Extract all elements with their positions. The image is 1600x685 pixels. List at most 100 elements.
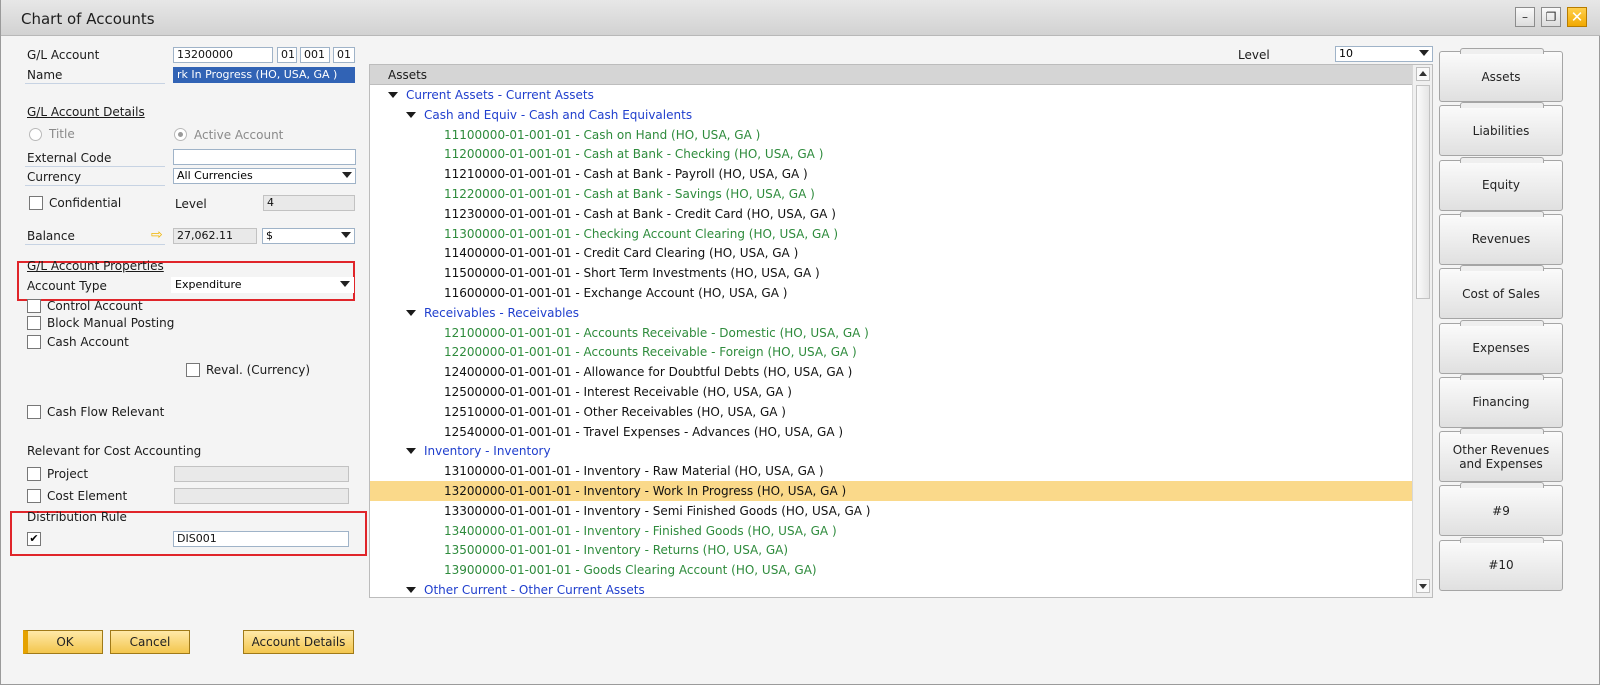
gl-account-segment-3[interactable]: 001 [300,47,330,63]
gl-account-details-header: G/L Account Details [27,105,145,119]
category-tab[interactable]: #9 [1439,482,1563,537]
tree-account-row[interactable]: 11220000-01-001-01 - Cash at Bank - Savi… [370,184,1412,204]
tree-row-label: 11300000-01-001-01 - Checking Account Cl… [444,226,839,241]
tab-notch [1460,265,1544,272]
category-tab[interactable]: Other Revenues and Expenses [1439,428,1563,483]
level-selector-value: 10 [1339,47,1353,60]
gl-account-segment-1[interactable]: 13200000 [173,47,273,63]
expand-triangle-icon[interactable] [406,587,416,593]
tree-row-label: 11220000-01-001-01 - Cash at Bank - Savi… [444,187,815,201]
tree-category-row[interactable]: Receivables - Receivables [370,303,1412,323]
ok-button[interactable]: OK [23,630,103,654]
tree-account-row[interactable]: 13100000-01-001-01 - Inventory - Raw Mat… [370,461,1412,481]
tree-category-row[interactable]: Current Assets - Current Assets [370,85,1412,105]
tree-row-label: Cash and Equiv - Cash and Cash Equivalen… [424,107,693,122]
category-tab[interactable]: Financing [1439,373,1563,428]
tree-account-row[interactable]: 11300000-01-001-01 - Checking Account Cl… [370,224,1412,244]
tree-category-row[interactable]: Other Current - Other Current Assets [370,580,1412,597]
reval-currency-checkbox[interactable] [186,363,200,377]
external-code-input[interactable] [173,149,356,165]
tree-row-label: 11500000-01-001-01 - Short Term Investme… [444,266,820,281]
tree-account-row[interactable]: 11400000-01-001-01 - Credit Card Clearin… [370,243,1412,263]
tree-scrollbar[interactable] [1412,65,1432,597]
currency-dropdown[interactable]: All Currencies [173,168,356,184]
category-tab[interactable]: Liabilities [1439,102,1563,157]
category-tab[interactable]: Assets [1439,48,1563,102]
tree-category-row[interactable]: Inventory - Inventory [370,441,1412,461]
tree-account-row[interactable]: 11210000-01-001-01 - Cash at Bank - Payr… [370,164,1412,184]
minimize-icon[interactable]: – [1515,7,1535,27]
link-arrow-icon[interactable]: ⇨ [151,228,163,242]
tree-row-label: 11210000-01-001-01 - Cash at Bank - Payr… [444,167,808,182]
tree-row-label: 13100000-01-001-01 - Inventory - Raw Mat… [444,464,824,479]
gl-account-segment-4[interactable]: 01 [333,47,355,63]
distribution-rule-label: Distribution Rule [27,510,127,524]
account-type-dropdown[interactable]: Expenditure [171,277,354,293]
level-selector-dropdown[interactable]: 10 [1335,46,1433,62]
name-input[interactable]: rk In Progress (HO, USA, GA ) [173,67,355,83]
control-account-checkbox[interactable] [27,299,41,313]
category-tab[interactable]: Cost of Sales [1439,265,1563,320]
distribution-rule-checkbox[interactable]: ✔ [27,532,41,546]
level-selector-label: Level [1238,48,1270,62]
tree-account-row[interactable]: 11500000-01-001-01 - Short Term Investme… [370,263,1412,283]
tree-account-row[interactable]: 13200000-01-001-01 - Inventory - Work In… [370,481,1412,501]
cancel-button[interactable]: Cancel [110,630,190,654]
tree-account-row[interactable]: 11100000-01-001-01 - Cash on Hand (HO, U… [370,125,1412,145]
tree-account-row[interactable]: 13400000-01-001-01 - Inventory - Finishe… [370,521,1412,541]
gl-account-segment-2[interactable]: 01 [277,47,297,63]
expand-triangle-icon[interactable] [406,111,416,118]
distribution-rule-input[interactable]: DIS001 [173,531,349,547]
tree-account-row[interactable]: 12540000-01-001-01 - Travel Expenses - A… [370,422,1412,442]
cost-element-checkbox[interactable] [27,489,41,503]
tree-account-row[interactable]: 13900000-01-001-01 - Goods Clearing Acco… [370,560,1412,580]
tab-notch [1460,156,1544,163]
account-tree[interactable]: Assets Current Assets - Current Assets Ca… [369,64,1433,598]
tree-account-row[interactable]: 11600000-01-001-01 - Exchange Account (H… [370,283,1412,303]
tree-row-label: 13500000-01-001-01 - Inventory - Returns… [444,543,789,558]
category-tab-label: #10 [1488,558,1514,573]
tab-notch [1460,319,1544,326]
tree-account-row[interactable]: 13500000-01-001-01 - Inventory - Returns… [370,540,1412,560]
scroll-thumb[interactable] [1416,85,1430,299]
tab-notch [1460,428,1544,435]
tree-category-row[interactable]: Cash and Equiv - Cash and Cash Equivalen… [370,105,1412,125]
tree-account-row[interactable]: 12500000-01-001-01 - Interest Receivable… [370,382,1412,402]
expand-triangle-icon[interactable] [388,92,398,98]
scroll-up-icon[interactable] [1416,67,1430,81]
tree-account-row[interactable]: 11200000-01-001-01 - Cash at Bank - Chec… [370,144,1412,164]
tree-account-row[interactable]: 12510000-01-001-01 - Other Receivables (… [370,402,1412,422]
balance-currency-dropdown[interactable]: $ [262,228,355,244]
category-tab[interactable]: #10 [1439,536,1563,591]
tree-account-row[interactable]: 12400000-01-001-01 - Allowance for Doubt… [370,362,1412,382]
expand-triangle-icon[interactable] [406,309,416,316]
tree-row-label: Other Current - Other Current Assets [424,583,645,597]
tab-notch [1460,210,1544,217]
confidential-checkbox[interactable] [29,196,43,210]
category-tab-label: Equity [1482,178,1520,193]
active-account-radio-label: Active Account [194,128,284,142]
tree-account-row[interactable]: 13300000-01-001-01 - Inventory - Semi Fi… [370,501,1412,521]
tree-account-row[interactable]: 11230000-01-001-01 - Cash at Bank - Cred… [370,204,1412,224]
maximize-icon[interactable]: ❐ [1541,7,1561,27]
cash-account-checkbox[interactable] [27,335,41,349]
gl-account-label: G/L Account [27,48,100,62]
block-manual-posting-checkbox[interactable] [27,316,41,330]
cash-flow-relevant-checkbox[interactable] [27,405,41,419]
tree-account-row[interactable]: 12200000-01-001-01 - Accounts Receivable… [370,342,1412,362]
category-tab-label: #9 [1492,503,1510,518]
project-checkbox[interactable] [27,467,41,481]
title-radio[interactable] [29,128,42,141]
currency-value: All Currencies [177,169,253,182]
category-tab[interactable]: Revenues [1439,210,1563,265]
tree-account-row[interactable]: 12100000-01-001-01 - Accounts Receivable… [370,323,1412,343]
close-icon[interactable]: ✕ [1567,7,1587,27]
expand-triangle-icon[interactable] [406,448,416,455]
category-tab[interactable]: Expenses [1439,319,1563,374]
account-details-button[interactable]: Account Details [243,630,354,654]
category-tab[interactable]: Equity [1439,156,1563,211]
confidential-label: Confidential [49,196,122,210]
chevron-down-icon [1419,50,1429,56]
active-account-radio[interactable] [174,128,187,141]
scroll-down-icon[interactable] [1416,579,1430,593]
